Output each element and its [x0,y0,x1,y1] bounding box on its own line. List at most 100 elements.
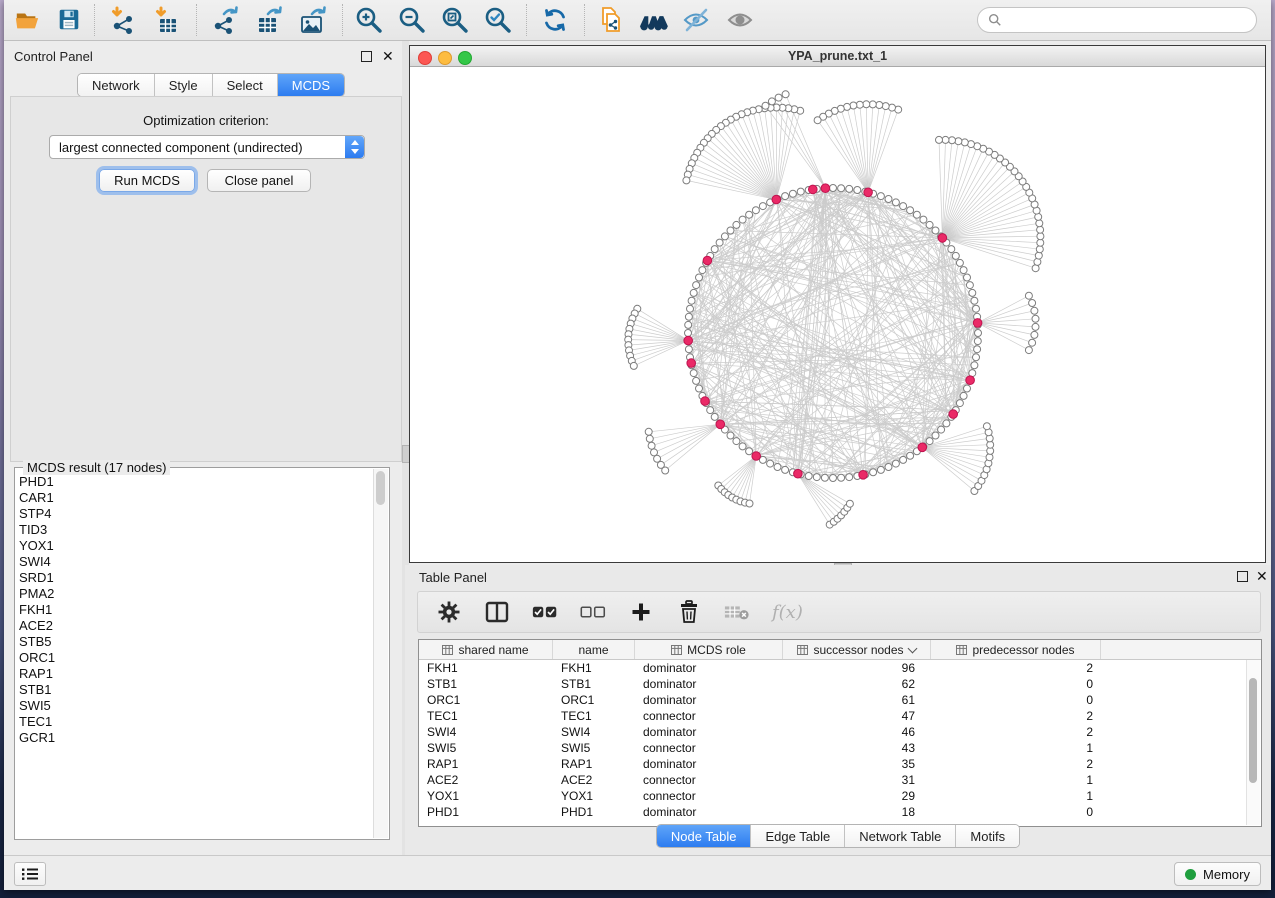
table-row[interactable]: YOX1YOX1connector291 [419,788,1261,804]
table-panel-close-button[interactable]: ✕ [1256,568,1269,581]
criterion-value: largest connected component (undirected) [50,140,345,155]
mcds-result-item[interactable]: SRD1 [19,570,371,586]
network-canvas-svg[interactable] [410,67,1265,562]
table-panel-float-button[interactable] [1237,570,1250,583]
zoom-traffic-light[interactable] [458,51,472,65]
delete-column-icon[interactable] [676,599,702,625]
table-settings-icon[interactable] [436,599,462,625]
mcds-result-item[interactable]: TEC1 [19,714,371,730]
table-row[interactable]: ORC1ORC1dominator610 [419,692,1261,708]
table-row[interactable]: SWI5SWI5connector431 [419,740,1261,756]
mcds-result-item[interactable]: RAP1 [19,666,371,682]
mcds-result-item[interactable]: YOX1 [19,538,371,554]
tab-mcds[interactable]: MCDS [278,74,344,96]
mcds-result-item[interactable]: TID3 [19,522,371,538]
split-view-icon[interactable] [484,599,510,625]
minimize-traffic-light[interactable] [438,51,452,65]
mcds-result-item[interactable]: SWI4 [19,554,371,570]
tab-motifs[interactable]: Motifs [956,825,1019,847]
tab-style[interactable]: Style [155,74,213,96]
table-cell: RAP1 [553,757,635,771]
table-row[interactable]: PHD1PHD1dominator180 [419,804,1261,820]
node-table: shared namenameMCDS rolesuccessor nodesp… [418,639,1262,827]
sort-descending-icon [907,643,917,653]
table-scrollbar[interactable] [1246,660,1260,825]
mcds-result-item[interactable]: STB5 [19,634,371,650]
column-header-name[interactable]: name [553,640,635,659]
select-all-icon[interactable] [532,599,558,625]
table-cell: TEC1 [553,709,635,723]
control-panel-float-button[interactable] [361,50,374,63]
save-session-icon[interactable] [54,6,84,34]
table-row[interactable]: TEC1TEC1connector472 [419,708,1261,724]
mcds-result-item[interactable]: STP4 [19,506,371,522]
export-network-icon[interactable] [210,6,240,34]
mcds-result-item[interactable]: FKH1 [19,602,371,618]
table-row[interactable]: SWI4SWI4dominator462 [419,724,1261,740]
control-panel-close-button[interactable]: ✕ [382,48,395,61]
column-header-MCDS-role[interactable]: MCDS role [635,640,783,659]
search-icon [988,13,1002,27]
import-network-icon[interactable] [108,6,138,34]
tab-select[interactable]: Select [213,74,278,96]
zoom-in-icon[interactable] [354,6,384,34]
mcds-result-list[interactable]: PHD1CAR1STP4TID3YOX1SWI4SRD1PMA2FKH1ACE2… [19,474,371,835]
mcds-result-item[interactable]: CAR1 [19,490,371,506]
table-row[interactable]: FKH1FKH1dominator962 [419,660,1261,676]
table-cell: 96 [783,661,931,675]
export-image-icon[interactable] [298,6,328,34]
hide-selected-icon[interactable] [682,6,712,34]
mcds-result-item[interactable]: ORC1 [19,650,371,666]
zoom-selected-icon[interactable] [483,6,513,34]
zoom-fit-icon[interactable] [440,6,470,34]
run-mcds-button[interactable]: Run MCDS [99,169,195,192]
tab-network-table[interactable]: Network Table [845,825,956,847]
open-file-icon[interactable] [12,6,42,34]
mcds-result-item[interactable]: ACE2 [19,618,371,634]
mcds-result-item[interactable]: PMA2 [19,586,371,602]
column-header-predecessor-nodes[interactable]: predecessor nodes [931,640,1101,659]
mcds-result-item[interactable]: PHD1 [19,474,371,490]
table-cell: FKH1 [553,661,635,675]
deselect-all-icon[interactable] [580,599,606,625]
table-cell: 2 [931,725,1101,739]
table-row[interactable]: RAP1RAP1dominator352 [419,756,1261,772]
export-table-icon[interactable] [254,6,284,34]
show-all-icon[interactable] [726,6,756,34]
mcds-result-box: MCDS result (17 nodes) PHD1CAR1STP4TID3Y… [14,467,390,840]
mcds-result-scrollbar[interactable] [373,469,388,838]
table-cell: 43 [783,741,931,755]
column-type-icon [671,645,682,655]
tab-node-table[interactable]: Node Table [657,825,752,847]
column-header-successor-nodes[interactable]: successor nodes [783,640,931,659]
mcds-result-item[interactable]: STB1 [19,682,371,698]
close-traffic-light[interactable] [418,51,432,65]
search-input[interactable] [1008,12,1256,28]
table-row[interactable]: ACE2ACE2connector311 [419,772,1261,788]
add-column-icon[interactable] [628,599,654,625]
criterion-select[interactable]: largest connected component (undirected) [49,135,365,159]
close-panel-button[interactable]: Close panel [207,169,311,192]
import-table-icon[interactable] [152,6,182,34]
zoom-out-icon[interactable] [397,6,427,34]
toolbar-separator [526,4,528,36]
table-body[interactable]: FKH1FKH1dominator962STB1STB1dominator620… [419,660,1261,820]
mcds-result-item[interactable]: GCR1 [19,730,371,746]
tab-network[interactable]: Network [78,74,155,96]
column-header-shared-name[interactable]: shared name [419,640,553,659]
memory-button[interactable]: Memory [1174,862,1261,886]
toolbar-separator [584,4,586,36]
task-history-button[interactable] [14,862,46,886]
table-cell: YOX1 [553,789,635,803]
table-cell: STB1 [419,677,553,691]
table-cell: 35 [783,757,931,771]
clone-network-icon[interactable] [596,6,626,34]
first-neighbors-icon[interactable] [638,6,668,34]
search-box[interactable] [977,7,1257,33]
table-row[interactable]: STB1STB1dominator620 [419,676,1261,692]
network-window-titlebar[interactable]: YPA_prune.txt_1 [410,46,1265,67]
tab-edge-table[interactable]: Edge Table [751,825,845,847]
mcds-result-item[interactable]: SWI5 [19,698,371,714]
refresh-layout-icon[interactable] [540,6,570,34]
table-cell: connector [635,773,783,787]
